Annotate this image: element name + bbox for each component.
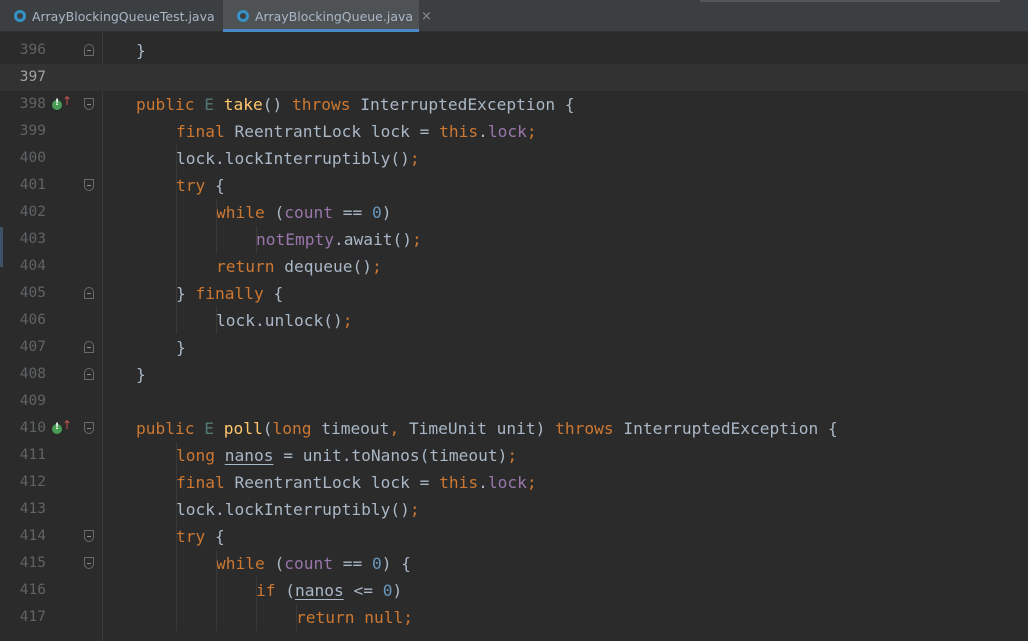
fold-toggle-icon[interactable] bbox=[84, 557, 94, 569]
fold-toggle-icon[interactable] bbox=[84, 341, 94, 353]
code-line[interactable]: 403 notEmpty.await(); bbox=[0, 226, 1028, 253]
tab-arrayblockingqueuetest[interactable]: ArrayBlockingQueueTest.java × bbox=[0, 0, 234, 32]
code-text: notEmpty.await(); bbox=[256, 230, 422, 249]
line-number[interactable]: 396 bbox=[0, 37, 46, 64]
tab-label: ArrayBlockingQueue.java bbox=[255, 8, 414, 24]
fold-toggle-icon[interactable] bbox=[84, 98, 94, 110]
line-number[interactable]: 410 bbox=[0, 415, 46, 442]
code-line[interactable]: 404 return dequeue(); bbox=[0, 253, 1028, 280]
code-text: return null; bbox=[296, 608, 413, 627]
code-text: } bbox=[136, 365, 146, 384]
fold-toggle-icon[interactable] bbox=[84, 44, 94, 56]
line-number[interactable]: 404 bbox=[0, 253, 46, 280]
implements-method-icon[interactable]: ↑ bbox=[52, 418, 72, 436]
indent-guide bbox=[256, 226, 257, 253]
line-number[interactable]: 403 bbox=[0, 226, 46, 253]
line-number[interactable]: 402 bbox=[0, 199, 46, 226]
fold-toggle-icon[interactable] bbox=[84, 368, 94, 380]
code-line[interactable]: 396} bbox=[0, 37, 1028, 64]
line-number[interactable]: 401 bbox=[0, 172, 46, 199]
code-line[interactable]: 408} bbox=[0, 361, 1028, 388]
line-number[interactable]: 413 bbox=[0, 496, 46, 523]
code-line[interactable]: 399 final ReentrantLock lock = this.lock; bbox=[0, 118, 1028, 145]
line-number[interactable]: 398 bbox=[0, 91, 46, 118]
code-line[interactable]: 406 lock.unlock(); bbox=[0, 307, 1028, 334]
code-text: lock.lockInterruptibly(); bbox=[176, 149, 420, 168]
fold-toggle-icon[interactable] bbox=[84, 179, 94, 191]
code-line[interactable]: 407} bbox=[0, 334, 1028, 361]
code-editor[interactable]: 396}397398↑public E take() throws Interr… bbox=[0, 32, 1028, 641]
code-line[interactable]: 416 if (nanos <= 0) bbox=[0, 577, 1028, 604]
line-number[interactable]: 407 bbox=[0, 334, 46, 361]
code-line[interactable]: 417 return null; bbox=[0, 604, 1028, 631]
code-text: } bbox=[136, 41, 146, 60]
line-number[interactable]: 400 bbox=[0, 145, 46, 172]
fold-toggle-icon[interactable] bbox=[84, 422, 94, 434]
code-text: while (count == 0) { bbox=[216, 554, 411, 573]
code-text: while (count == 0) bbox=[216, 203, 392, 222]
line-number[interactable]: 417 bbox=[0, 604, 46, 631]
code-text: try { bbox=[176, 527, 225, 546]
code-text: try { bbox=[176, 176, 225, 195]
code-text: } finally { bbox=[176, 284, 284, 303]
indent-guide bbox=[216, 307, 217, 334]
code-line[interactable]: 410 ↑ public E poll(long timeout, TimeUnit… bbox=[0, 415, 1028, 442]
line-number[interactable]: 399 bbox=[0, 118, 46, 145]
code-text: lock.lockInterruptibly(); bbox=[176, 500, 420, 519]
line-number[interactable]: 415 bbox=[0, 550, 46, 577]
code-line[interactable]: 415 while (count == 0) { bbox=[0, 550, 1028, 577]
code-text: if (nanos <= 0) bbox=[256, 581, 403, 600]
code-text: lock.unlock(); bbox=[216, 311, 353, 330]
indent-guide bbox=[216, 199, 217, 253]
implements-method-icon[interactable]: ↑ bbox=[52, 94, 72, 112]
tab-label: ArrayBlockingQueueTest.java bbox=[32, 8, 215, 24]
code-line[interactable]: 405 } finally { bbox=[0, 280, 1028, 307]
line-number[interactable]: 416 bbox=[0, 577, 46, 604]
code-text: final ReentrantLock lock = this.lock; bbox=[176, 122, 537, 141]
java-class-icon bbox=[237, 10, 249, 22]
code-line[interactable]: 402 while (count == 0) bbox=[0, 199, 1028, 226]
code-line[interactable]: 400 lock.lockInterruptibly(); bbox=[0, 145, 1028, 172]
line-number[interactable]: 406 bbox=[0, 307, 46, 334]
indent-guide bbox=[216, 550, 217, 631]
fold-toggle-icon[interactable] bbox=[84, 287, 94, 299]
tab-bar-divider bbox=[700, 0, 1000, 2]
indent-guide bbox=[176, 145, 177, 334]
code-text: long nanos = unit.toNanos(timeout); bbox=[176, 446, 518, 465]
code-line[interactable]: 412 final ReentrantLock lock = this.lock; bbox=[0, 469, 1028, 496]
line-number[interactable]: 409 bbox=[0, 388, 46, 415]
line-number[interactable]: 397 bbox=[0, 64, 46, 91]
code-line[interactable]: 414 try { bbox=[0, 523, 1028, 550]
code-text: final ReentrantLock lock = this.lock; bbox=[176, 473, 537, 492]
code-line[interactable]: 413 lock.lockInterruptibly(); bbox=[0, 496, 1028, 523]
code-line[interactable]: 398 ↑ public E take() throws InterruptedEx… bbox=[0, 91, 1028, 118]
code-line[interactable]: 409 bbox=[0, 388, 1028, 415]
code-text: public E poll(long timeout, TimeUnit uni… bbox=[136, 419, 838, 438]
editor-tab-bar: ArrayBlockingQueueTest.java × ArrayBlock… bbox=[0, 0, 1028, 32]
tab-arrayblockingqueue[interactable]: ArrayBlockingQueue.java × bbox=[223, 0, 432, 32]
code-text: } bbox=[176, 338, 186, 357]
code-text: public E take() throws InterruptedExcept… bbox=[136, 95, 575, 114]
code-line[interactable]: 397 bbox=[0, 64, 1028, 91]
code-text: return dequeue(); bbox=[216, 257, 382, 276]
indent-guide bbox=[176, 442, 177, 631]
close-tab-icon[interactable]: × bbox=[421, 9, 432, 24]
line-number[interactable]: 408 bbox=[0, 361, 46, 388]
code-line[interactable]: 411 long nanos = unit.toNanos(timeout); bbox=[0, 442, 1028, 469]
java-class-icon bbox=[14, 10, 26, 22]
line-number[interactable]: 412 bbox=[0, 469, 46, 496]
line-number[interactable]: 411 bbox=[0, 442, 46, 469]
line-number[interactable]: 405 bbox=[0, 280, 46, 307]
code-line[interactable]: 401 try { bbox=[0, 172, 1028, 199]
indent-guide bbox=[296, 604, 297, 631]
indent-guide bbox=[256, 577, 257, 631]
line-number[interactable]: 414 bbox=[0, 523, 46, 550]
fold-toggle-icon[interactable] bbox=[84, 530, 94, 542]
